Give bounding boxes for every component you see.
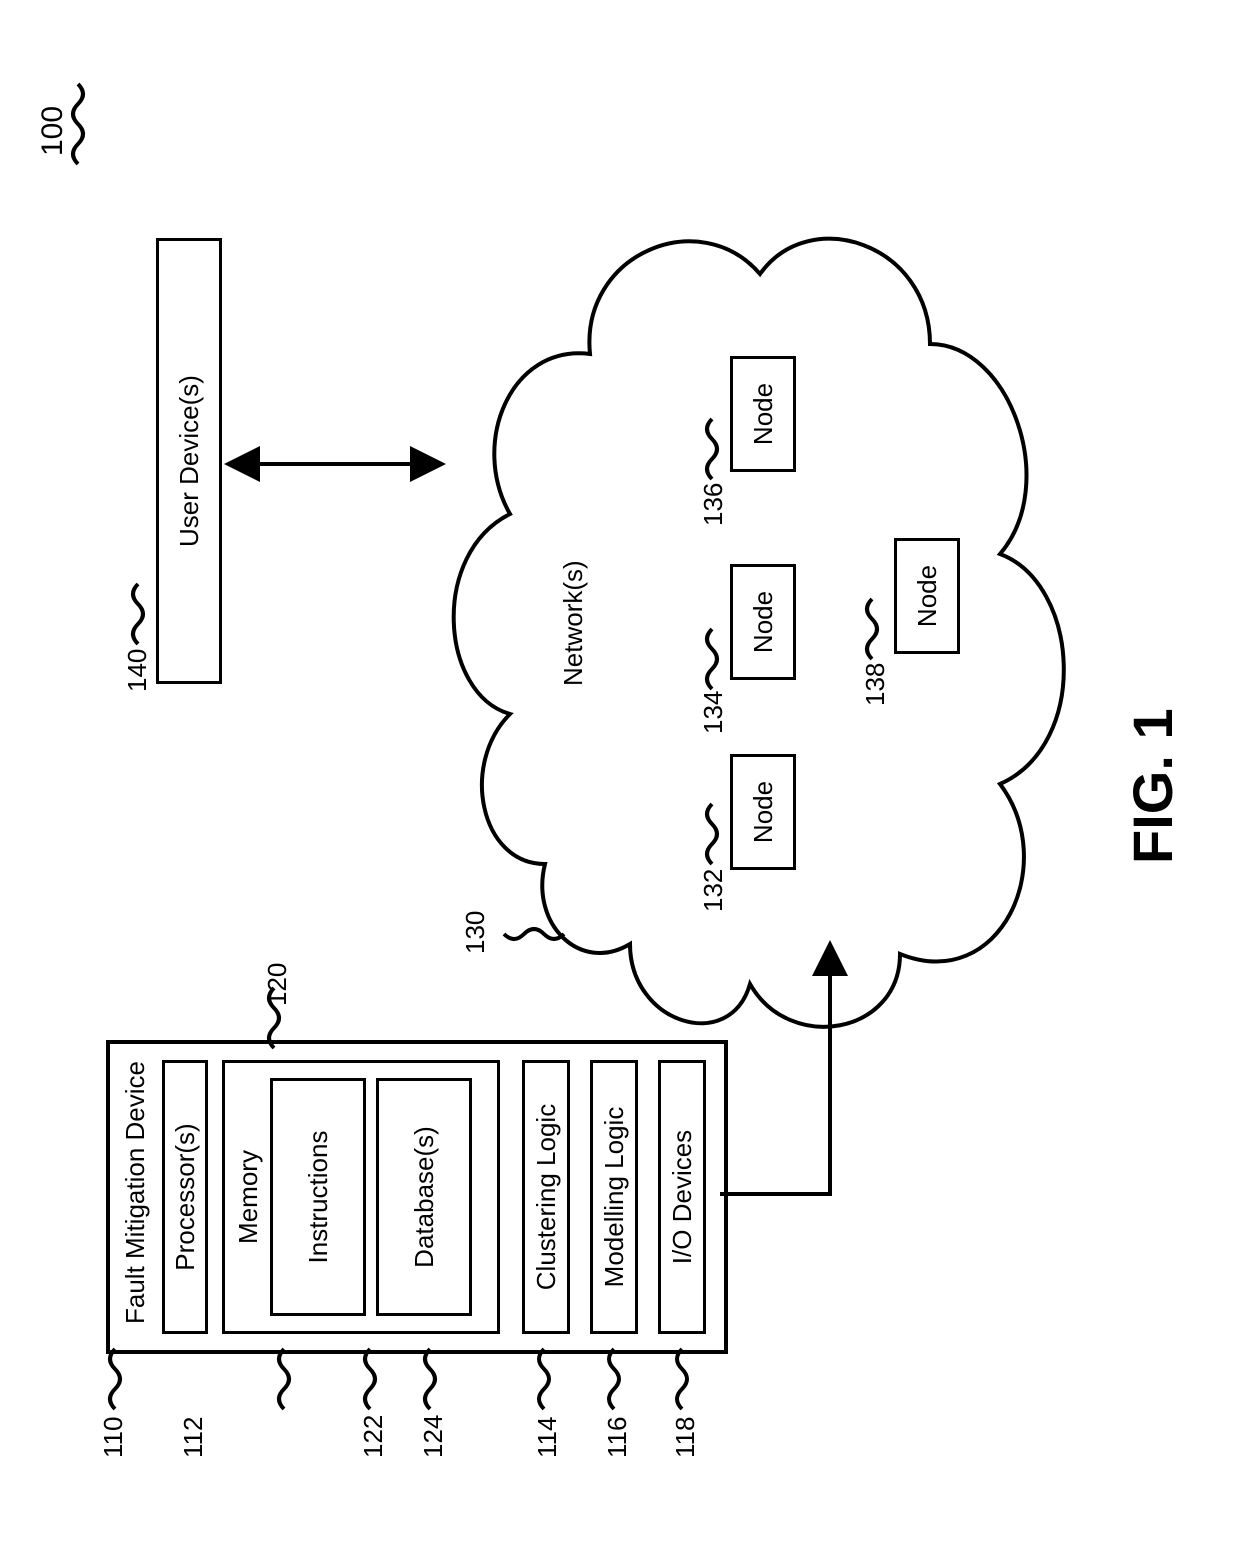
ref-134: 134 — [698, 691, 729, 734]
user-devices-box: User Device(s) — [156, 238, 222, 684]
processors-label: Processor(s) — [170, 1123, 201, 1270]
node-132-box: Node — [730, 754, 796, 870]
clustering-box: Clustering Logic — [522, 1060, 570, 1334]
fault-mitigation-title: Fault Mitigation Device — [120, 1061, 151, 1324]
node-136-box: Node — [730, 356, 796, 472]
node-138-box: Node — [894, 538, 960, 654]
clustering-label: Clustering Logic — [531, 1104, 562, 1290]
io-box: I/O Devices — [658, 1060, 706, 1334]
ref-132: 132 — [698, 869, 729, 912]
ref-100: 100 — [36, 106, 70, 156]
ref-116: 116 — [602, 1417, 633, 1458]
ref-114: 114 — [532, 1417, 563, 1458]
modelling-box: Modelling Logic — [590, 1060, 638, 1334]
ref-138: 138 — [860, 663, 891, 706]
user-devices-label: User Device(s) — [174, 375, 205, 547]
ref-136: 136 — [698, 483, 729, 526]
instructions-box: Instructions — [270, 1078, 366, 1316]
networks-label: Network(s) — [558, 560, 589, 686]
node-136-label: Node — [748, 383, 779, 445]
ref-122: 122 — [358, 1415, 389, 1458]
ref-118: 118 — [670, 1417, 701, 1458]
databases-box: Database(s) — [376, 1078, 472, 1316]
instructions-label: Instructions — [303, 1131, 334, 1264]
memory-label: Memory — [233, 1150, 264, 1244]
ref-130: 130 — [460, 911, 491, 954]
ref-112: 112 — [178, 1417, 209, 1458]
diagram-canvas: Fault Mitigation Device Processor(s) Mem… — [0, 324, 1240, 1564]
node-132-label: Node — [748, 781, 779, 843]
ref-120: 120 — [262, 963, 293, 1006]
node-138-label: Node — [912, 565, 943, 627]
modelling-label: Modelling Logic — [599, 1107, 630, 1288]
ref-124: 124 — [418, 1415, 449, 1458]
io-label: I/O Devices — [667, 1130, 698, 1264]
databases-label: Database(s) — [409, 1126, 440, 1268]
node-134-box: Node — [730, 564, 796, 680]
figure-label: FIG. 1 — [1120, 708, 1185, 864]
ref-110: 110 — [98, 1417, 129, 1458]
ref-140: 140 — [122, 649, 153, 692]
node-134-label: Node — [748, 591, 779, 653]
processors-box: Processor(s) — [162, 1060, 208, 1334]
